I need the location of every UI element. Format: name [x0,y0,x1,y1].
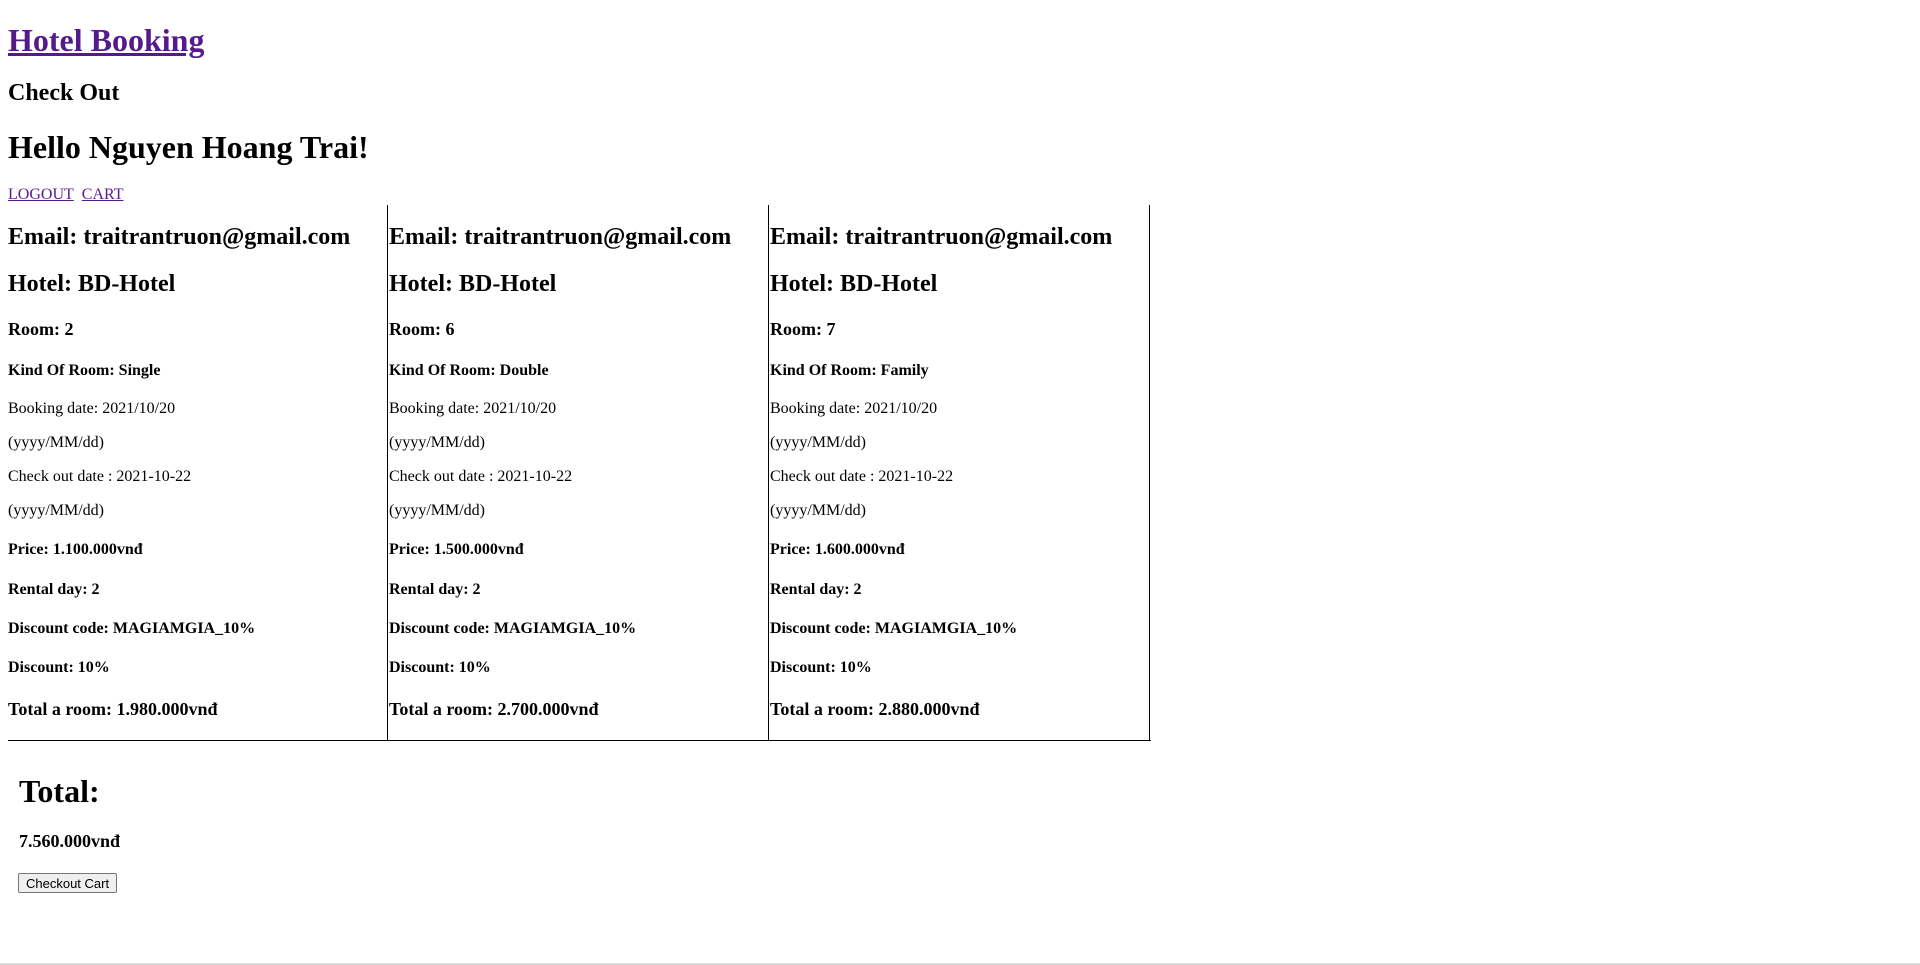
booking-price: Price: 1.100.000vnđ [8,541,143,558]
booking-room-total: Total a room: 2.700.000vnđ [389,699,599,719]
checkout-date: Check out date : 2021-10-22 [8,468,192,485]
cart-link[interactable]: CART [82,186,124,203]
booking-date-format: (yyyy/MM/dd) [389,434,485,451]
booking-hotel: Hotel: BD-Hotel [770,271,938,297]
checkout-date-format: (yyyy/MM/dd) [389,502,485,519]
checkout-date: Check out date : 2021-10-22 [389,468,573,485]
booking-price: Price: 1.500.000vnđ [389,541,524,558]
checkout-date-format: (yyyy/MM/dd) [770,502,866,519]
user-nav: LOGOUT CART [8,184,127,206]
page-title: Hotel Booking [8,18,204,62]
booking-discount-code: Discount code: MAGIAMGIA_10% [770,620,1018,637]
booking-discount-code: Discount code: MAGIAMGIA_10% [389,620,637,637]
page-subtitle: Check Out [8,80,120,106]
booking-room-kind: Kind Of Room: Family [770,362,929,379]
booking-hotel: Hotel: BD-Hotel [389,271,557,297]
booking-room: Room: 6 [389,319,455,339]
checkout-cart-button[interactable]: Checkout Cart [18,873,118,893]
booking-email: Email: traitrantruon@gmail.com [389,224,732,250]
booking-date: Booking date: 2021/10/20 [8,400,176,417]
booking-discount: Discount: 10% [389,659,491,676]
card-divider [1149,205,1150,740]
booking-room-total: Total a room: 2.880.000vnđ [770,699,980,719]
total-heading: Total: [19,773,100,809]
booking-card: Email: traitrantruon@gmail.com Hotel: BD… [770,205,1150,740]
booking-room: Room: 2 [8,319,74,339]
booking-card: Email: traitrantruon@gmail.com Hotel: BD… [8,205,388,740]
card-divider [768,205,769,740]
booking-room: Room: 7 [770,319,836,339]
booking-price: Price: 1.600.000vnđ [770,541,905,558]
home-link[interactable]: Hotel Booking [8,22,204,58]
booking-discount-code: Discount code: MAGIAMGIA_10% [8,620,256,637]
booking-email: Email: traitrantruon@gmail.com [770,224,1113,250]
booking-rental-day: Rental day: 2 [389,581,481,598]
total-amount: 7.560.000vnđ [19,831,121,851]
logout-link[interactable]: LOGOUT [8,186,74,203]
checkout-date-format: (yyyy/MM/dd) [8,502,104,519]
booking-rental-day: Rental day: 2 [8,581,100,598]
booking-date: Booking date: 2021/10/20 [389,400,557,417]
booking-room-kind: Kind Of Room: Single [8,362,161,379]
booking-card: Email: traitrantruon@gmail.com Hotel: BD… [389,205,769,740]
booking-date: Booking date: 2021/10/20 [770,400,938,417]
booking-discount: Discount: 10% [8,659,110,676]
checkout-date: Check out date : 2021-10-22 [770,468,954,485]
card-divider [387,205,388,740]
booking-room-total: Total a room: 1.980.000vnđ [8,699,218,719]
booking-hotel: Hotel: BD-Hotel [8,271,176,297]
booking-date-format: (yyyy/MM/dd) [770,434,866,451]
booking-discount: Discount: 10% [770,659,872,676]
greeting-heading: Hello Nguyen Hoang Trai! [8,129,369,165]
booking-rental-day: Rental day: 2 [770,581,862,598]
booking-room-kind: Kind Of Room: Double [389,362,549,379]
booking-list: Email: traitrantruon@gmail.com Hotel: BD… [8,205,1151,741]
booking-date-format: (yyyy/MM/dd) [8,434,104,451]
booking-email: Email: traitrantruon@gmail.com [8,224,351,250]
